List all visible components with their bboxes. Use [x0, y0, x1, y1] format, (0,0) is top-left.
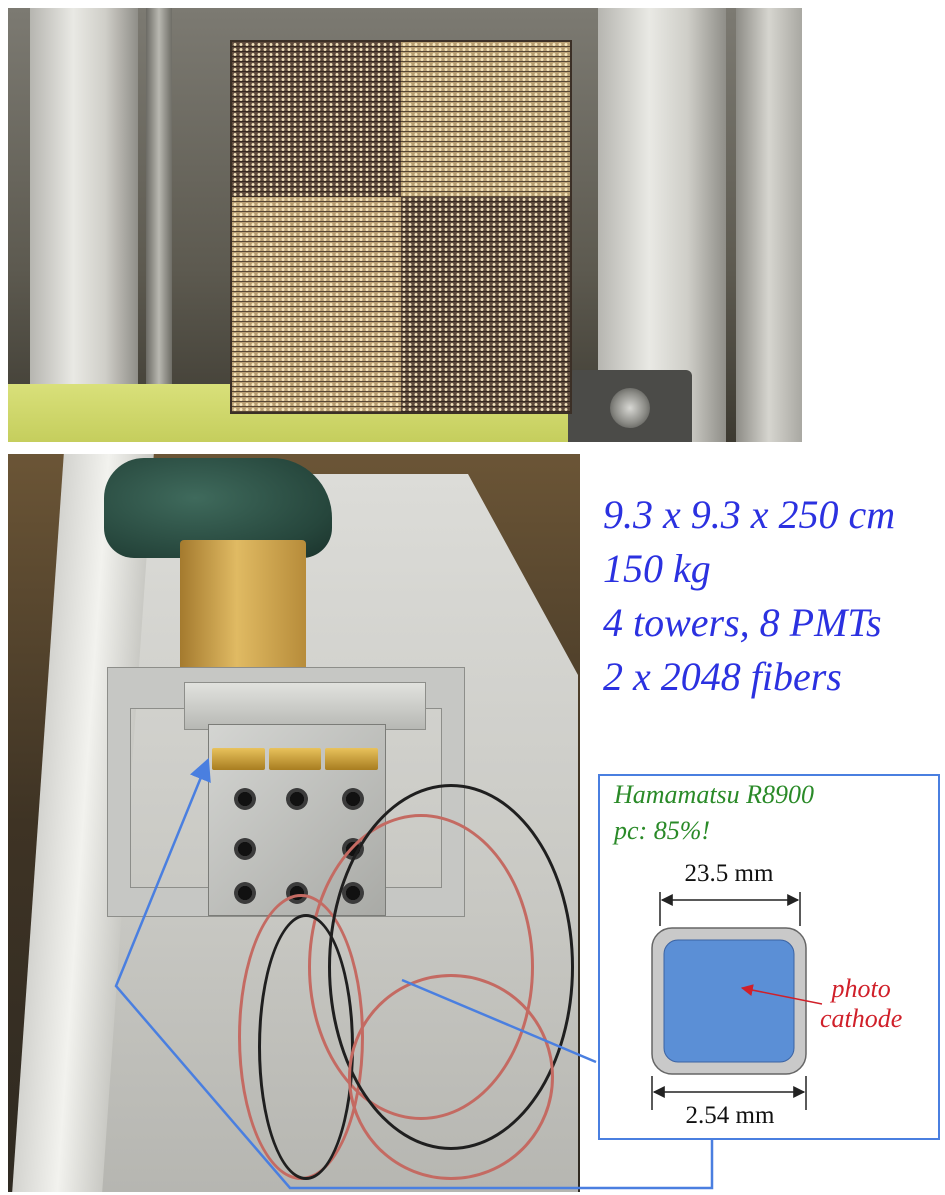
- specs-list: 9.3 x 9.3 x 250 cm 150 kg 4 towers, 8 PM…: [603, 488, 895, 704]
- pmt-connector: [234, 788, 256, 810]
- photocathode: [663, 939, 795, 1063]
- pmt-model-title: Hamamatsu R8900: [614, 780, 815, 809]
- tower-bottom-left: [232, 197, 401, 412]
- tower-top-left: [232, 42, 401, 198]
- pmt-readout-photo: [8, 454, 580, 1192]
- tower-bottom-right: [401, 197, 570, 412]
- tower-top-right: [401, 42, 570, 198]
- pmt-gold-cap: [268, 748, 322, 770]
- support-frame-left-inner: [146, 8, 172, 442]
- spec-fibers: 2 x 2048 fibers: [603, 654, 842, 699]
- pmt-gold-cap: [325, 748, 379, 770]
- photocathode-label-line1: photo: [831, 974, 891, 1003]
- pmt-width-label: 23.5 mm: [684, 860, 774, 887]
- calorimeter-module-photo: [8, 8, 802, 442]
- pmt-connector: [342, 788, 364, 810]
- signal-cable-black: [258, 914, 354, 1180]
- pmt-connector: [286, 788, 308, 810]
- spec-dimensions: 9.3 x 9.3 x 250 cm: [603, 492, 896, 537]
- pmt-connector: [234, 838, 256, 860]
- hv-cable-red: [348, 974, 554, 1180]
- bolt-icon: [610, 388, 650, 428]
- pmt-gold-row: [212, 748, 379, 770]
- pmt-inset: Hamamatsu R8900 pc: 85%! 23.5 mm photo c…: [598, 774, 940, 1140]
- pmt-pc-coverage: pc: 85%!: [614, 816, 711, 845]
- support-frame-right-outer: [736, 8, 802, 442]
- photocathode-label-line2: cathode: [820, 1004, 903, 1033]
- support-frame-left: [30, 8, 138, 442]
- pmt-pitch-label: 2.54 mm: [685, 1102, 775, 1129]
- calorimeter-block: [232, 42, 570, 412]
- aluminium-crossbar: [184, 682, 426, 730]
- pmt-gold-cap: [212, 748, 265, 770]
- spec-towers: 4 towers, 8 PMTs: [603, 600, 882, 645]
- photocathode-label: photo cathode: [820, 974, 902, 1034]
- pmt-connector: [234, 882, 256, 904]
- spec-mass: 150 kg: [603, 546, 711, 591]
